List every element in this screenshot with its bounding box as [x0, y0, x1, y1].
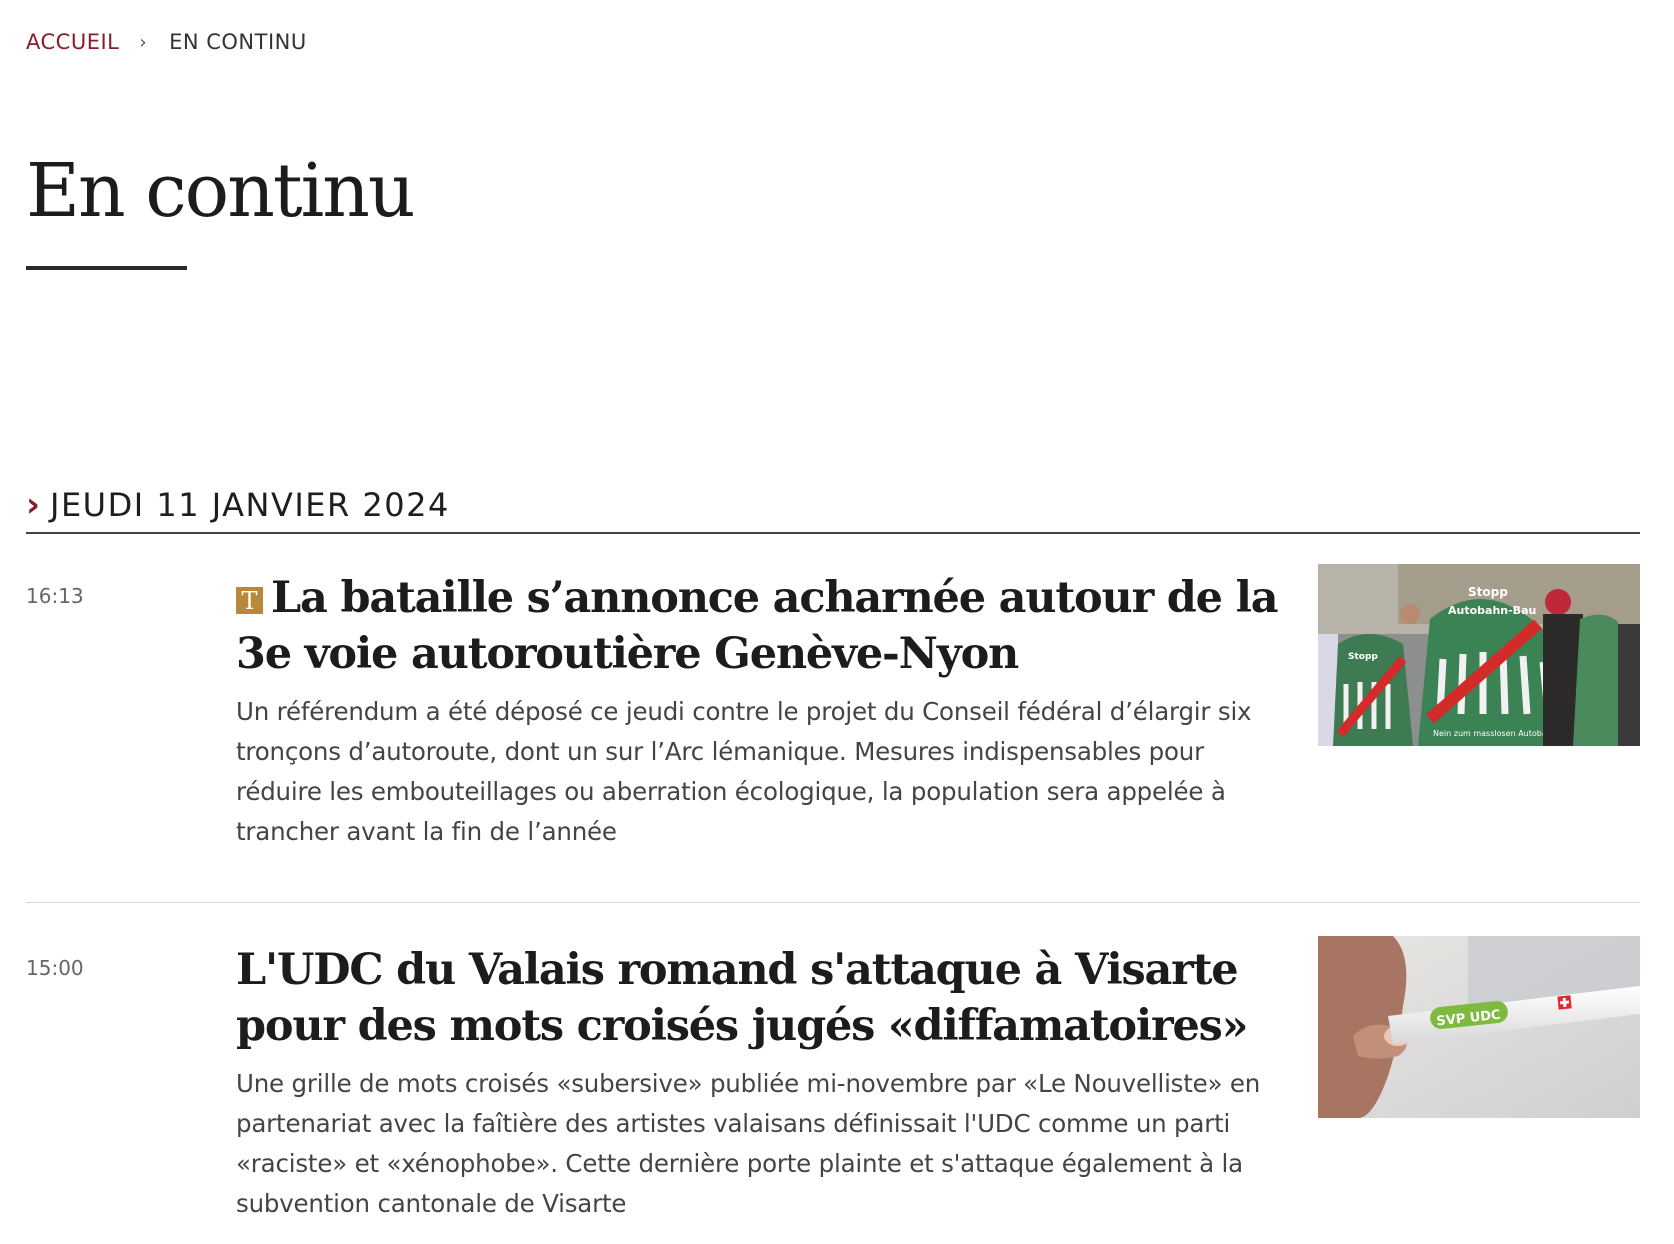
article-thumbnail[interactable]: SVP UDC	[1318, 936, 1640, 1118]
breadcrumb: ACCUEIL › EN CONTINU	[26, 30, 307, 54]
article-body: T La bataille s’annonce acharnée autour d…	[236, 570, 1286, 852]
chevron-right-icon: ›	[139, 31, 148, 53]
article-headline-link[interactable]: La bataille s’annonce acharnée autour de…	[236, 573, 1279, 679]
breadcrumb-home-link[interactable]: ACCUEIL	[26, 30, 119, 54]
pen-photo: SVP UDC	[1318, 936, 1640, 1118]
article-item: 16:13 T La bataille s’annonce acharnée au…	[26, 564, 1640, 903]
article-thumbnail[interactable]: Stopp Stopp Autobahn-Bau Nein zum masslo…	[1318, 564, 1640, 746]
article-body: L'UDC du Valais romand s'attaque à Visar…	[236, 942, 1286, 1224]
article-headline: T La bataille s’annonce acharnée autour d…	[236, 570, 1286, 682]
image-caption-text: Autobahn-Bau	[1448, 604, 1536, 617]
image-caption-text: Stopp	[1468, 585, 1508, 599]
article-summary: Un référendum a été déposé ce jeudi cont…	[236, 697, 1252, 846]
chevron-right-icon: ›	[26, 485, 41, 525]
article-time: 16:13	[26, 584, 84, 608]
article-summary: Une grille de mots croisés «subersive» p…	[236, 1069, 1261, 1218]
protest-photo: Stopp Stopp Autobahn-Bau Nein zum masslo…	[1318, 564, 1640, 746]
article-headline-link[interactable]: L'UDC du Valais romand s'attaque à Visar…	[236, 945, 1249, 1051]
page-title: En continu	[26, 148, 416, 234]
title-underline	[26, 266, 187, 270]
image-caption-text: Stopp	[1348, 652, 1378, 662]
article-item: 15:00 L'UDC du Valais romand s'attaque à…	[26, 936, 1640, 1244]
date-section-heading: › JEUDI 11 JANVIER 2024	[26, 478, 1640, 534]
article-headline: L'UDC du Valais romand s'attaque à Visar…	[236, 942, 1286, 1054]
article-time: 15:00	[26, 956, 84, 980]
premium-badge-icon: T	[236, 587, 263, 615]
breadcrumb-current: EN CONTINU	[169, 30, 307, 54]
date-label: JEUDI 11 JANVIER 2024	[50, 486, 450, 524]
